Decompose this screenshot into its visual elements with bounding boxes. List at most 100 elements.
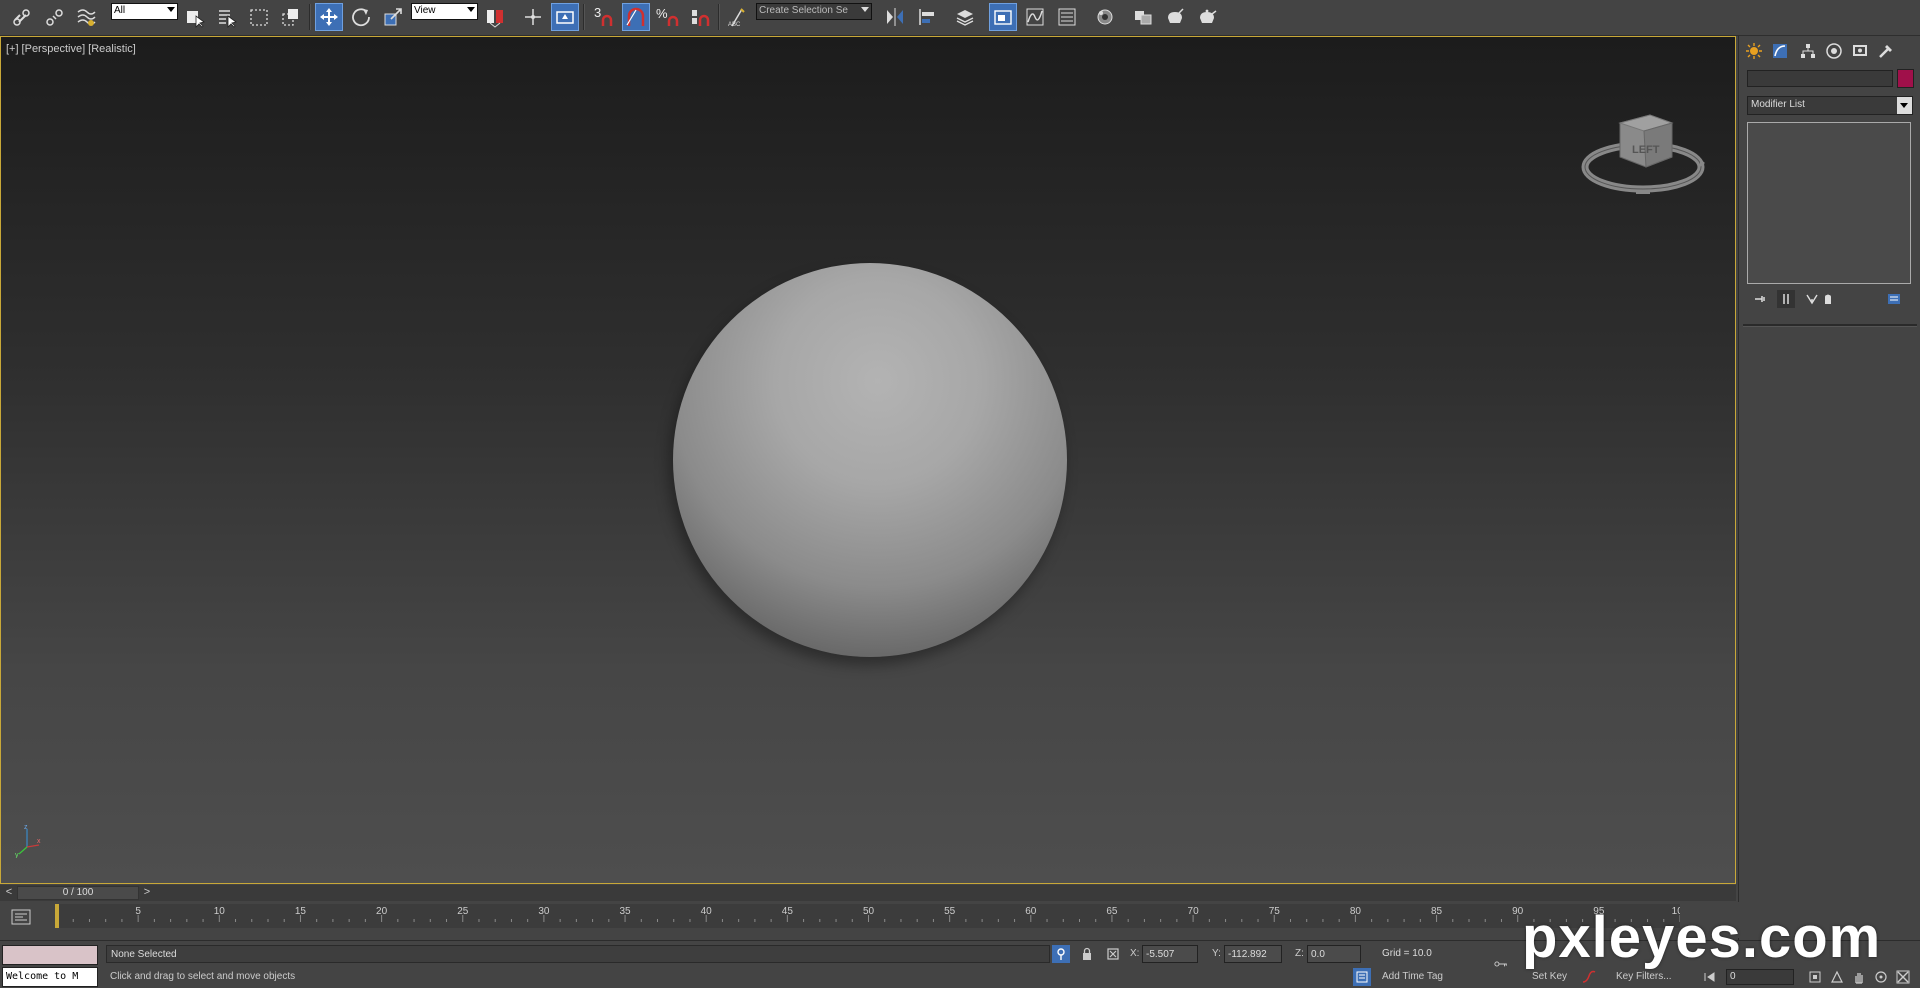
x-coordinate-field[interactable]: -5.507 <box>1142 945 1198 963</box>
viewport-label[interactable]: [+] [Perspective] [Realistic] <box>6 43 139 55</box>
trackbar-tick-label: 75 <box>1269 906 1281 917</box>
reference-coordinate-dropdown[interactable]: View <box>411 3 478 20</box>
select-and-scale-icon[interactable] <box>379 3 407 31</box>
render-setup-icon[interactable] <box>1129 3 1157 31</box>
modify-tab-icon[interactable] <box>1769 40 1791 62</box>
trackbar-tick-label: 50 <box>863 906 875 917</box>
trackbar-tick-label: 5 <box>135 906 141 917</box>
trackbar-tick-label: 35 <box>619 906 631 917</box>
render-production-icon[interactable] <box>1193 3 1221 31</box>
remove-modifier-icon[interactable] <box>1819 290 1837 308</box>
select-and-move-icon[interactable] <box>315 3 343 31</box>
grid-spacing-label: Grid = 10.0 <box>1382 948 1432 959</box>
panel-divider <box>1743 324 1917 327</box>
time-slider[interactable]: < 0 / 100 > <box>0 885 1736 901</box>
spinner-snap-toggle-icon[interactable] <box>686 3 714 31</box>
percent-snap-label: % <box>656 6 668 21</box>
trackbar-tick-label: 40 <box>701 906 713 917</box>
modifier-stack[interactable] <box>1747 122 1911 284</box>
rendered-frame-window-icon[interactable] <box>1161 3 1189 31</box>
z-coordinate-field[interactable]: 0.0 <box>1307 945 1361 963</box>
trackbar-tick-label: 10 <box>214 906 226 917</box>
snaps-toggle-icon[interactable]: 3 <box>590 3 618 31</box>
mirror-icon[interactable] <box>881 3 909 31</box>
selection-filter-dropdown[interactable]: All <box>111 3 178 20</box>
selection-lock-icon[interactable] <box>1078 945 1096 963</box>
selection-filter-value: All <box>114 5 126 16</box>
select-and-manipulate-icon[interactable] <box>519 3 547 31</box>
y-coordinate-field[interactable]: -112.892 <box>1224 945 1282 963</box>
trackbar-tick-label: 80 <box>1350 906 1362 917</box>
align-icon[interactable] <box>913 3 941 31</box>
key-filters-button[interactable]: Key Filters... <box>1616 971 1672 982</box>
snaps-toggle-label: 3 <box>594 5 602 20</box>
absolute-mode-transform-icon[interactable] <box>1104 945 1122 963</box>
configure-modifier-sets-icon[interactable] <box>1885 290 1903 308</box>
set-key-label[interactable]: Set Key <box>1532 971 1567 982</box>
modifier-list-dropdown[interactable]: Modifier List <box>1747 96 1913 115</box>
y-coordinate-label: Y: <box>1212 948 1221 959</box>
modifier-list-label: Modifier List <box>1751 99 1805 110</box>
maximize-viewport-icon[interactable] <box>1894 968 1912 986</box>
object-name-field[interactable] <box>1747 70 1893 87</box>
schematic-view-icon[interactable] <box>1053 3 1081 31</box>
motion-tab-icon[interactable] <box>1823 40 1845 62</box>
trackbar-tick-label: 30 <box>538 906 550 917</box>
viewport-shading-label[interactable]: [Realistic] <box>88 43 136 55</box>
object-color-swatch[interactable] <box>1897 69 1914 88</box>
set-key-icon[interactable] <box>1489 955 1513 973</box>
trackbar-tick-label: 25 <box>457 906 469 917</box>
time-slider-prev-button[interactable]: < <box>2 886 16 900</box>
current-frame-field[interactable]: 0 <box>1726 969 1794 985</box>
chevron-down-icon <box>1897 97 1912 114</box>
angle-snap-toggle-icon[interactable] <box>622 3 650 31</box>
isolate-selection-icon[interactable] <box>1052 945 1070 963</box>
x-coordinate-label: X: <box>1130 948 1140 959</box>
viewcube-face-label[interactable]: LEFT <box>1632 144 1660 156</box>
unlink-selection-icon[interactable] <box>41 3 69 31</box>
rectangular-selection-icon[interactable] <box>245 3 273 31</box>
named-selection-set-dropdown[interactable]: Create Selection Se <box>756 3 872 20</box>
select-and-link-icon[interactable] <box>8 3 36 31</box>
pin-stack-icon[interactable] <box>1751 290 1769 308</box>
maxscript-mini-listener[interactable]: Welcome to M <box>2 967 98 987</box>
perspective-viewport[interactable]: [+] [Perspective] [Realistic] LEFT z x y <box>0 36 1736 884</box>
viewport-view-label[interactable]: [Perspective] <box>22 43 86 55</box>
keyboard-shortcut-override-icon[interactable] <box>551 3 579 31</box>
trackbar-tick-label: 15 <box>295 906 307 917</box>
add-time-tag-label[interactable]: Add Time Tag <box>1382 971 1443 982</box>
display-tab-icon[interactable] <box>1849 40 1871 62</box>
mini-curve-editor-icon[interactable] <box>10 908 32 926</box>
selection-status: None Selected <box>106 945 1050 963</box>
show-end-result-icon[interactable] <box>1777 290 1795 308</box>
trackbar-ruler[interactable]: 5101520253035404550556065707580859095100 <box>55 902 1680 938</box>
maxscript-listener-output[interactable] <box>2 945 98 965</box>
select-by-name-icon[interactable] <box>213 3 241 31</box>
window-crossing-icon[interactable] <box>277 3 305 31</box>
create-tab-icon[interactable] <box>1743 40 1765 62</box>
viewcube[interactable]: LEFT <box>1576 95 1711 205</box>
viewport-menu-label[interactable]: [+] <box>6 43 19 55</box>
material-editor-icon[interactable] <box>1091 3 1119 31</box>
hierarchy-tab-icon[interactable] <box>1797 40 1819 62</box>
time-slider-thumb[interactable]: 0 / 100 <box>17 886 139 900</box>
time-slider-next-button[interactable]: > <box>140 886 154 900</box>
utilities-tab-icon[interactable] <box>1875 40 1897 62</box>
current-frame-marker[interactable] <box>55 904 59 928</box>
pivot-center-icon[interactable] <box>481 3 509 31</box>
sphere-object[interactable] <box>673 263 1067 657</box>
curve-editor-icon[interactable] <box>1021 3 1049 31</box>
trackbar-tick-label: 60 <box>1025 906 1037 917</box>
bind-to-space-warp-icon[interactable] <box>72 3 100 31</box>
axis-z-label: z <box>24 824 28 831</box>
reference-coordinate-value: View <box>414 5 436 16</box>
time-tag-icon[interactable] <box>1353 968 1371 986</box>
scene-explorer-icon[interactable] <box>989 3 1017 31</box>
svg-text:ABC: ABC <box>728 22 741 28</box>
edit-named-selection-sets-icon[interactable]: ABC <box>723 3 751 31</box>
axis-y-label: y <box>15 852 19 858</box>
select-and-rotate-icon[interactable] <box>347 3 375 31</box>
percent-snap-toggle-icon[interactable]: % <box>654 3 682 31</box>
select-object-icon[interactable] <box>181 3 209 31</box>
layer-manager-icon[interactable] <box>951 3 979 31</box>
